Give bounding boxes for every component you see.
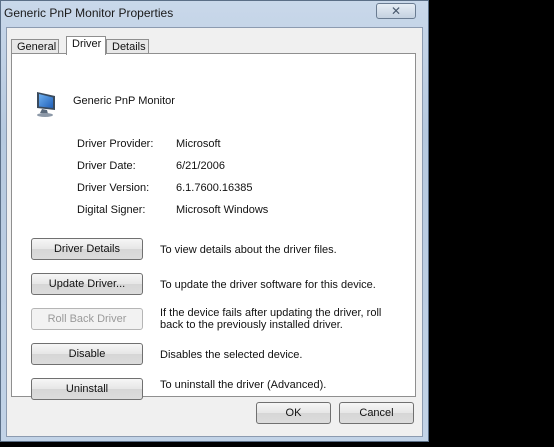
driver-version-label: Driver Version: <box>77 182 150 194</box>
dialog-client-area: General Driver Details Generic PnP Monit… <box>6 27 423 437</box>
title-bar: Generic PnP Monitor Properties ✕ <box>1 1 428 27</box>
driver-details-button[interactable]: Driver Details <box>31 238 143 260</box>
driver-provider-value: Microsoft <box>176 138 221 150</box>
driver-tab-panel: Generic PnP Monitor Driver Provider: Mic… <box>11 53 416 400</box>
driver-date-value: 6/21/2006 <box>176 160 225 172</box>
device-name: Generic PnP Monitor <box>73 95 175 107</box>
uninstall-button[interactable]: Uninstall <box>31 378 143 400</box>
tab-details[interactable]: Details <box>106 39 149 54</box>
digital-signer-label: Digital Signer: <box>77 204 146 216</box>
tab-driver[interactable]: Driver <box>66 36 106 55</box>
driver-version-value: 6.1.7600.16385 <box>176 182 253 194</box>
tab-general[interactable]: General <box>11 39 59 54</box>
disable-button[interactable]: Disable <box>31 343 143 365</box>
update-driver-description: To update the driver software for this d… <box>160 279 376 291</box>
close-button[interactable]: ✕ <box>376 3 416 19</box>
window-title: Generic PnP Monitor Properties <box>4 6 174 20</box>
digital-signer-value: Microsoft Windows <box>176 204 269 216</box>
driver-provider-label: Driver Provider: <box>77 138 154 150</box>
disable-description: Disables the selected device. <box>160 349 303 361</box>
driver-details-description: To view details about the driver files. <box>160 244 337 256</box>
driver-date-label: Driver Date: <box>77 160 136 172</box>
cancel-button[interactable]: Cancel <box>339 402 414 424</box>
properties-window: Generic PnP Monitor Properties ✕ General… <box>0 0 429 442</box>
update-driver-button[interactable]: Update Driver... <box>31 273 143 295</box>
roll-back-driver-description: If the device fails after updating the d… <box>160 307 382 331</box>
ok-button[interactable]: OK <box>256 402 331 424</box>
monitor-icon <box>37 92 55 117</box>
uninstall-description: To uninstall the driver (Advanced). <box>160 379 327 391</box>
roll-back-driver-button[interactable]: Roll Back Driver <box>31 308 143 330</box>
close-icon: ✕ <box>390 4 402 18</box>
